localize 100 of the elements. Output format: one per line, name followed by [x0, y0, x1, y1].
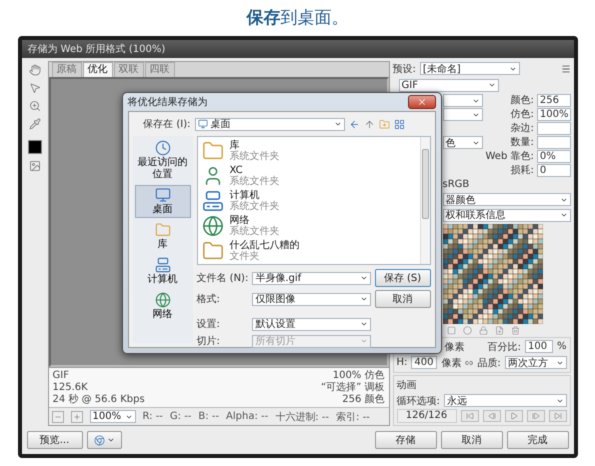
eyedropper-icon: [28, 118, 40, 130]
cancel-button[interactable]: 取消: [374, 290, 430, 308]
place-item[interactable]: 最近访问的位置: [134, 138, 190, 183]
place-item[interactable]: 桌面: [134, 185, 190, 218]
section-title: 动画: [396, 378, 418, 392]
view-tab[interactable]: 四联: [144, 62, 174, 77]
save-button[interactable]: 保存 (S): [374, 269, 430, 287]
height-label: H:: [396, 357, 408, 368]
location-dropdown[interactable]: 桌面: [194, 118, 344, 130]
frame-counter: 126/126: [396, 409, 456, 424]
place-item[interactable]: 库: [134, 220, 190, 253]
square-icon: [446, 326, 456, 335]
unit-label: %: [556, 341, 566, 352]
caret-icon: [360, 320, 368, 328]
place-item[interactable]: 计算机: [134, 255, 190, 288]
format-dropdown[interactable]: 仅限图像: [252, 292, 370, 306]
file-item[interactable]: 计算机 系统文件夹: [202, 188, 416, 213]
window-title: 存储为 Web 所用格式 (100%): [28, 42, 166, 56]
color-readout: 十六进制: --: [275, 410, 330, 424]
file-item[interactable]: 网络 系统文件夹: [202, 213, 416, 238]
place-item[interactable]: 网络: [134, 290, 190, 323]
globe-icon: [202, 214, 224, 236]
preview-dropdown[interactable]: 器颜色: [442, 193, 570, 206]
format-dropdown[interactable]: GIF: [398, 78, 498, 92]
option-field[interactable]: 0%: [536, 150, 571, 163]
option-dropdown[interactable]: 色: [442, 136, 482, 149]
option-field[interactable]: [536, 122, 571, 135]
view-tab[interactable]: 双联: [114, 62, 144, 77]
previous-frame-button[interactable]: [482, 410, 500, 422]
scrollbar[interactable]: [420, 137, 430, 264]
metadata-dropdown[interactable]: 权和联系信息: [442, 208, 570, 222]
color-label: sRGB: [442, 179, 470, 190]
last-frame-button[interactable]: [548, 410, 566, 422]
back-icon: [348, 118, 360, 130]
filename-field[interactable]: 半身像.gif: [252, 272, 370, 284]
view-menu-icon: [394, 118, 404, 130]
color-readout: Alpha: --: [226, 411, 268, 422]
file-item[interactable]: 库 系统文件夹: [202, 138, 416, 163]
preset-label: 预设:: [392, 62, 416, 76]
option-label: 损耗:: [509, 164, 534, 177]
option-field[interactable]: [536, 136, 571, 149]
zoom-dropdown[interactable]: 100%: [90, 410, 136, 423]
view-tab[interactable]: 优化: [82, 62, 112, 77]
zoom-in-button[interactable]: [70, 410, 82, 422]
dialog-title: 将优化结果存储为: [128, 96, 208, 109]
caret-icon: [360, 295, 368, 303]
loop-label: 循环选项:: [396, 394, 440, 408]
monitor-icon: [198, 119, 208, 129]
preset-dropdown[interactable]: [未命名]: [420, 62, 520, 76]
option-label: 仿色:: [509, 108, 534, 121]
dialog-button[interactable]: 取消: [440, 431, 502, 449]
slices-toggle-icon: [28, 160, 40, 172]
info-text: GIF: [52, 370, 69, 382]
color-readout: 索引: --: [336, 410, 370, 424]
folder-icon: [154, 222, 170, 238]
hand-icon: [28, 64, 40, 76]
skip-forward-icon: [554, 412, 562, 420]
close-icon: [416, 97, 426, 107]
option-field[interactable]: 256: [536, 94, 571, 107]
percent-label: 百分比:: [488, 340, 521, 354]
monitor-icon: [154, 187, 170, 203]
next-frame-button[interactable]: [526, 410, 544, 422]
view-tab[interactable]: 原稿: [52, 62, 82, 77]
option-field[interactable]: 100%: [536, 108, 571, 121]
play-button[interactable]: [504, 410, 522, 422]
height-field[interactable]: 400: [411, 356, 438, 370]
format-label: 格式:: [196, 292, 221, 306]
dialog-button[interactable]: 完成: [506, 431, 568, 449]
option-label: 数量:: [509, 136, 534, 149]
menu-icon: [560, 64, 570, 74]
option-field[interactable]: 0: [536, 164, 571, 177]
color-swatch[interactable]: [28, 140, 42, 154]
loop-dropdown[interactable]: 永远: [444, 394, 566, 408]
settings-dropdown[interactable]: 默认设置: [252, 318, 370, 330]
settings-label: 设置:: [196, 318, 221, 331]
browser-icon: [94, 434, 104, 446]
first-frame-button[interactable]: [460, 410, 478, 422]
play-icon: [510, 412, 518, 420]
zoom-out-button[interactable]: [52, 410, 64, 422]
option-label: 杂边:: [509, 122, 534, 135]
quality-dropdown[interactable]: 两次立方: [504, 356, 566, 370]
percent-field[interactable]: 100: [524, 340, 553, 354]
preview-button[interactable]: 预览...: [26, 431, 82, 449]
caret-icon: [106, 436, 114, 444]
close-button[interactable]: [408, 95, 436, 109]
info-text: 24 秒 @ 56.6 Kbps: [52, 394, 145, 406]
pointer-icon: [28, 82, 40, 94]
clock-icon: [154, 140, 170, 156]
dialog-button[interactable]: 存储: [374, 431, 436, 449]
new-color-icon: [494, 326, 504, 335]
info-text: 100% 仿色: [332, 370, 384, 382]
up-folder-icon: [364, 118, 374, 130]
file-item[interactable]: 什么乱七八糟的 文件夹: [202, 238, 416, 263]
browser-button[interactable]: [86, 431, 122, 449]
option-dropdown[interactable]: [442, 108, 482, 121]
folder-icon: [202, 140, 224, 162]
file-item[interactable]: XC 系统文件夹: [202, 163, 416, 188]
unit-label: 像素: [444, 340, 464, 354]
color-readout: G: --: [170, 411, 192, 422]
option-dropdown[interactable]: [442, 94, 482, 107]
